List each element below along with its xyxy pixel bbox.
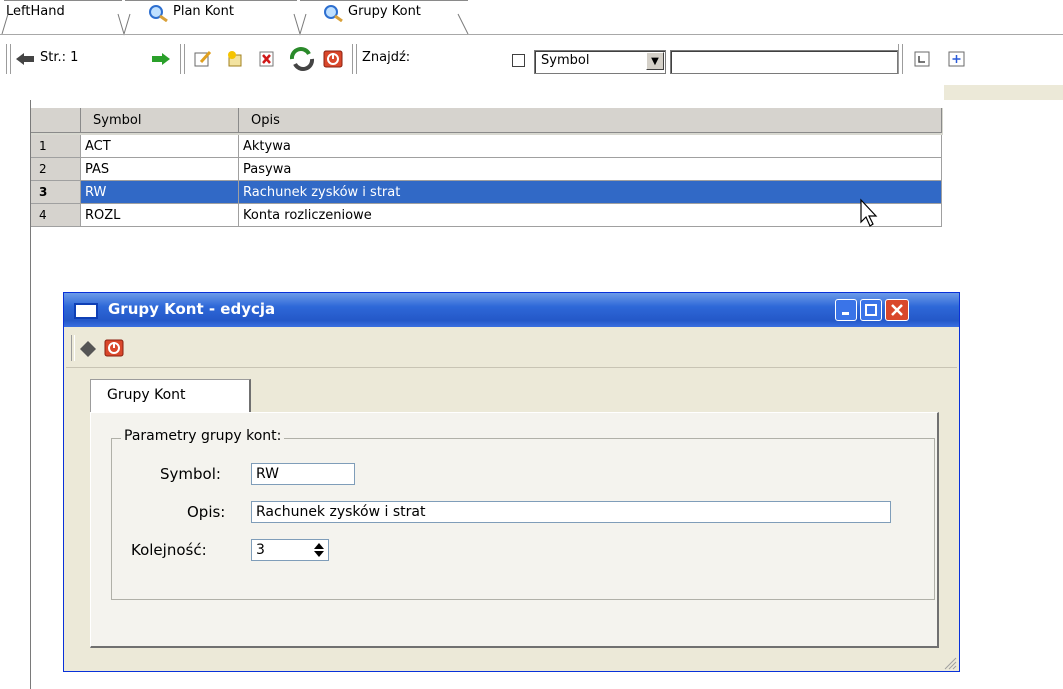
cell-opis[interactable]: Rachunek zysków i strat: [239, 181, 942, 204]
next-page-icon[interactable]: [150, 48, 172, 70]
find-checkbox[interactable]: [512, 54, 525, 67]
row-number: 3: [31, 181, 81, 204]
search-input[interactable]: [670, 50, 898, 74]
dialog-toolbar-grip: [71, 335, 75, 361]
symbol-field[interactable]: RW: [251, 463, 355, 485]
save-icon[interactable]: [78, 339, 98, 363]
table-row[interactable]: 3 RW Rachunek zysków i strat: [31, 181, 943, 204]
delete-icon[interactable]: [256, 48, 278, 70]
cell-symbol[interactable]: ACT: [81, 135, 239, 158]
new-record-icon[interactable]: [946, 48, 968, 70]
symbol-label: Symbol:: [160, 465, 221, 483]
prev-page-icon[interactable]: [14, 48, 36, 70]
table-row[interactable]: 4 ROZL Konta rozliczeniowe: [31, 204, 943, 227]
tab-bar: LeftHand Plan Kont Grupy Kont: [0, 0, 1063, 36]
kolejnosc-stepper[interactable]: 3: [251, 539, 329, 561]
cell-opis[interactable]: Konta rozliczeniowe: [239, 204, 942, 227]
cell-symbol[interactable]: ROZL: [81, 204, 239, 227]
toolbar-divider: [0, 84, 1063, 85]
cell-symbol[interactable]: RW: [81, 181, 239, 204]
tab-outline: [1, 13, 469, 36]
edit-icon[interactable]: [192, 48, 214, 70]
opis-label: Opis:: [187, 503, 226, 521]
cell-opis[interactable]: Aktywa: [239, 135, 942, 158]
dialog-titlebar[interactable]: Grupy Kont - edycja: [64, 293, 959, 327]
dialog-title: Grupy Kont - edycja: [108, 300, 276, 318]
window-icon: [74, 303, 98, 319]
close-form-icon[interactable]: [322, 48, 344, 70]
edit-dialog: Grupy Kont - edycja Grupy Kont Parametry…: [63, 292, 960, 672]
toolbar: Str.: 1 Znajdź:: [0, 36, 1063, 82]
toolbar-separator: [180, 44, 185, 74]
row-number: 2: [31, 158, 81, 181]
row-number: 4: [31, 204, 81, 227]
table-row[interactable]: 2 PAS Pasywa: [31, 158, 943, 181]
dialog-toolbar-divider: [66, 367, 957, 368]
row-number: 1: [31, 135, 81, 158]
opis-field[interactable]: Rachunek zysków i strat: [251, 501, 891, 523]
maximize-button[interactable]: [860, 299, 882, 321]
dialog-tab-label: Grupy Kont: [107, 387, 186, 403]
table-row[interactable]: 1 ACT Aktywa: [31, 135, 943, 158]
cell-opis[interactable]: Pasywa: [239, 158, 942, 181]
minimize-button[interactable]: [835, 299, 857, 321]
toolbar-separator: [6, 44, 11, 74]
mouse-cursor-icon: [860, 198, 878, 227]
field-select[interactable]: Symbol ▼: [534, 50, 666, 74]
grid-corner: [31, 108, 81, 133]
tab-baseline: [0, 34, 1063, 35]
tab-panel: Parametry grupy kont: Symbol: RW Opis: R…: [90, 412, 939, 648]
column-header-symbol[interactable]: Symbol: [81, 108, 239, 133]
close-form-icon[interactable]: [104, 339, 124, 361]
column-header-opis[interactable]: Opis: [239, 108, 942, 133]
add-icon[interactable]: [224, 48, 246, 70]
chevron-down-icon[interactable]: ▼: [646, 52, 664, 70]
spin-arrows-icon[interactable]: [313, 542, 325, 564]
grid-header: Symbol Opis: [31, 108, 943, 135]
kolejnosc-label: Kolejność:: [131, 541, 207, 559]
parameters-group-label: Parametry grupy kont:: [121, 428, 285, 444]
toolbar-separator: [352, 44, 357, 74]
find-label: Znajdź:: [362, 50, 411, 65]
tab-grupy-kont-dialog[interactable]: Grupy Kont: [90, 379, 251, 414]
resize-grip-icon[interactable]: [942, 655, 958, 671]
field-select-value: Symbol: [541, 53, 590, 68]
page-indicator: Str.: 1: [40, 50, 79, 65]
filter-icon[interactable]: [912, 48, 934, 70]
cell-symbol[interactable]: PAS: [81, 158, 239, 181]
close-button[interactable]: [885, 299, 909, 321]
refresh-icon[interactable]: [288, 46, 316, 72]
kolejnosc-value: 3: [256, 542, 265, 558]
toolbar-separator: [898, 44, 903, 74]
